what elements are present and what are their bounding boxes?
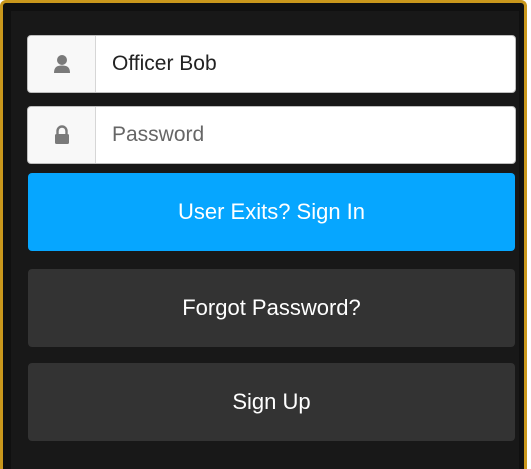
password-input[interactable] [96, 107, 515, 163]
login-panel: User Exits? Sign In Forgot Password? Sig… [11, 11, 519, 469]
lock-icon [28, 107, 96, 163]
forgot-password-button[interactable]: Forgot Password? [28, 269, 515, 347]
password-field[interactable] [27, 106, 516, 164]
user-icon [28, 36, 96, 92]
username-input[interactable] [96, 36, 515, 92]
login-window-frame: User Exits? Sign In Forgot Password? Sig… [0, 0, 527, 469]
sign-in-button[interactable]: User Exits? Sign In [28, 173, 515, 251]
username-field[interactable] [27, 35, 516, 93]
sign-up-button[interactable]: Sign Up [28, 363, 515, 441]
